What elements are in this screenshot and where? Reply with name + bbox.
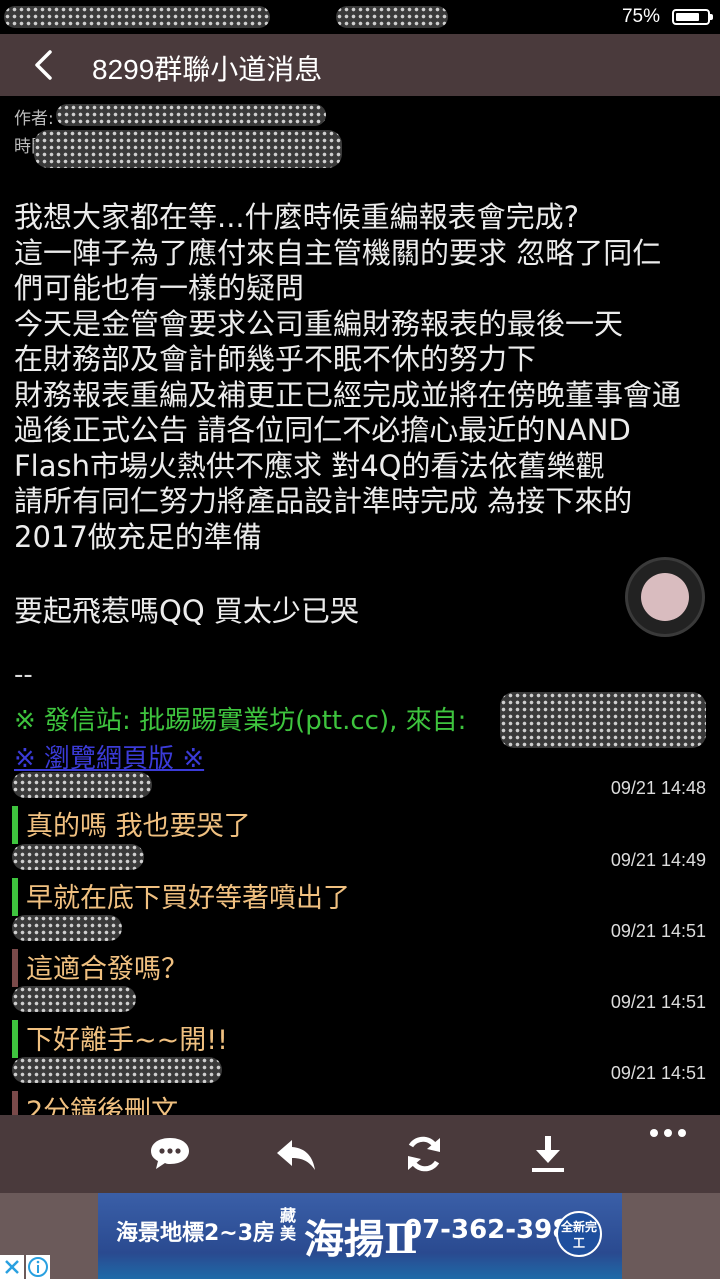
redacted-carrier (4, 6, 270, 28)
redacted-commenter (12, 1057, 222, 1083)
article-body: 我想大家都在等...什麼時候重編報表會完成? 這一陣子為了應付來自主管機關的要求 … (14, 200, 714, 555)
redacted-commenter (12, 986, 136, 1012)
more-icon[interactable] (646, 1121, 690, 1165)
status-bar: 75% (0, 0, 720, 34)
ad-area: 海景地標2~3房 藏美 海揚Ⅱ 07-362-3988 全新完工 (0, 1193, 720, 1279)
comment-time: 09/21 14:51 (610, 1063, 706, 1083)
comment-tag-bar (12, 949, 18, 987)
comment-text: 早就在底下買好等著噴出了 (26, 883, 350, 914)
article-line: 今天是金管會要求公司重編財務報表的最後一天 (14, 306, 624, 341)
page-title: 8299群聯小道消息 (92, 54, 323, 85)
article-line: 請所有同仁努力將產品設計準時完成 為接下來的 (14, 484, 633, 518)
comment-text: 下好離手~~開!! (26, 1025, 228, 1056)
refresh-icon[interactable] (402, 1132, 446, 1176)
bottom-toolbar (0, 1115, 720, 1193)
ad-brand: 藏美 (280, 1206, 297, 1243)
ad-banner[interactable]: 海景地標2~3房 藏美 海揚Ⅱ 07-362-3988 全新完工 (98, 1193, 622, 1279)
signature-separator: -- (14, 660, 33, 690)
comment-row: 下好離手~~開!! 09/21 14:51 (0, 986, 720, 1062)
battery-percent: 75% (621, 6, 660, 27)
ad-badge: 全新完工 (556, 1211, 602, 1257)
comment-row: 這適合發嗎？ 09/21 14:51 (0, 915, 720, 991)
redacted-commenter (12, 844, 144, 870)
article-extra-line: 要起飛惹嗎QQ 買太少已哭 (14, 594, 359, 628)
battery-level-fill (676, 13, 699, 21)
chevron-left-icon[interactable] (28, 48, 62, 82)
floating-action-button[interactable] (628, 560, 702, 634)
comment-tag-bar (12, 806, 18, 844)
author-label: 作者: (14, 109, 54, 129)
reply-icon[interactable] (274, 1132, 318, 1176)
comment-time: 09/21 14:51 (610, 921, 706, 941)
comment-icon[interactable] (148, 1132, 192, 1176)
article-line: 我想大家都在等...什麼時候重編報表會完成? (14, 200, 580, 234)
comment-row: 真的嗎 我也要哭了 09/21 14:48 (0, 772, 720, 848)
article-line: 2017做充足的準備 (14, 519, 262, 554)
redacted-ip (500, 692, 706, 748)
comment-time: 09/21 14:48 (610, 778, 706, 798)
comment-tag-bar (12, 1020, 18, 1058)
comment-text: 這適合發嗎？ (26, 954, 188, 985)
comment-time: 09/21 14:51 (610, 992, 706, 1012)
close-icon[interactable] (0, 1255, 24, 1279)
redacted-commenter (12, 915, 122, 941)
article-line: Flash市場火熱供不應求 對4Q的看法依舊樂觀 (14, 448, 605, 483)
source-line: ※ 發信站: 批踢踢實業坊(ptt.cc), 來自: (14, 706, 467, 736)
info-icon[interactable] (26, 1255, 50, 1279)
comment-row: 早就在底下買好等著噴出了 09/21 14:49 (0, 844, 720, 920)
article-line: 財務報表重編及補更正已經完成並將在傍晚董事會通 (14, 377, 682, 412)
download-icon[interactable] (526, 1132, 570, 1176)
article-line: 在財務部及會計師幾乎不眠不休的努力下 (14, 342, 537, 376)
comment-tag-bar (12, 878, 18, 916)
redacted-time (34, 130, 342, 168)
redacted-clock (336, 6, 448, 28)
web-version-link[interactable]: ※ 瀏覽網頁版 ※ (14, 738, 204, 775)
comment-time: 09/21 14:49 (610, 850, 706, 870)
redacted-commenter (12, 772, 152, 798)
redacted-author (56, 104, 326, 126)
battery-icon (672, 9, 713, 25)
article-line: 這一陣子為了應付來自主管機關的要求 忽略了同仁 (14, 235, 662, 270)
article-line: 過後正式公告 請各位同仁不必擔心最近的NAND (14, 413, 631, 447)
ad-text-2: 海揚Ⅱ (304, 1216, 418, 1263)
ad-text-1: 海景地標2~3房 (116, 1221, 276, 1246)
article-line: 們可能也有一樣的疑問 (14, 271, 305, 305)
comment-text: 真的嗎 我也要哭了 (26, 811, 251, 842)
nav-bar: 8299群聯小道消息 (0, 34, 720, 96)
